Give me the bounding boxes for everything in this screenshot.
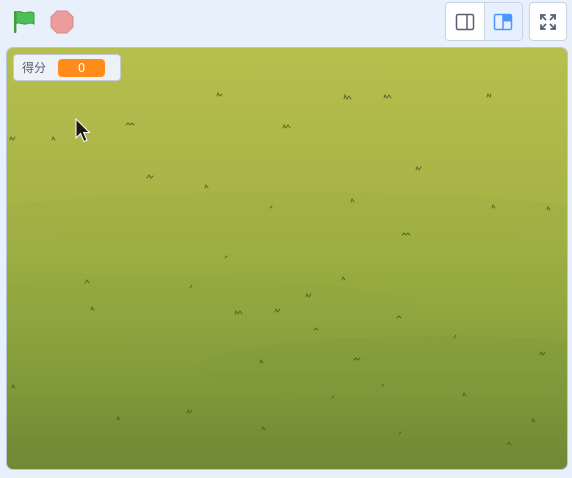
stop-button[interactable] [47,7,77,37]
stage-canvas[interactable]: 得分 0 [6,47,568,470]
green-flag-button[interactable] [9,7,39,37]
normal-stage-button[interactable] [484,3,522,40]
fullscreen-button[interactable] [529,2,567,41]
stage-header [0,0,572,44]
small-stage-icon [455,13,474,30]
stage-size-toggle [445,2,523,41]
small-stage-button[interactable] [446,3,485,40]
grass-backdrop [7,48,567,469]
fullscreen-icon [540,13,556,30]
score-monitor[interactable]: 得分 0 [13,54,121,81]
score-label: 得分 [22,61,47,75]
normal-stage-icon [494,13,513,30]
green-flag-icon [14,10,35,33]
stop-sign-icon [50,10,74,34]
mouse-cursor-icon [75,118,91,143]
score-value: 0 [58,58,106,77]
